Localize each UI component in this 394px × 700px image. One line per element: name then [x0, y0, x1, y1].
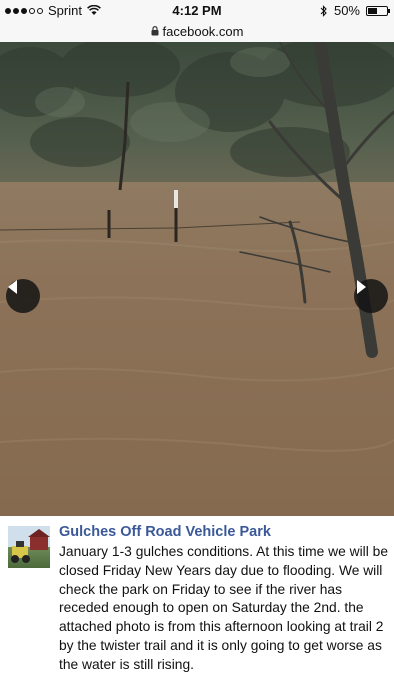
lock-icon [151, 26, 159, 36]
bluetooth-icon [320, 4, 327, 17]
chevron-left-icon [8, 280, 17, 294]
flood-photo-image [0, 42, 394, 516]
page-name-link[interactable]: Gulches Off Road Vehicle Park [59, 524, 271, 540]
battery-percent: 50% [333, 3, 360, 18]
post-caption: Gulches Off Road Vehicle Park January 1-… [0, 516, 394, 700]
page-avatar[interactable] [8, 526, 50, 568]
url-text: facebook.com [162, 23, 244, 39]
previous-photo-button[interactable] [6, 279, 40, 313]
address-bar[interactable]: facebook.com [0, 20, 394, 43]
chevron-right-icon [357, 280, 366, 294]
post-photo[interactable] [0, 42, 394, 516]
status-right: 50% [320, 3, 390, 18]
next-photo-button[interactable] [354, 279, 388, 313]
post-text: January 1-3 gulches conditions. At this … [59, 544, 388, 672]
battery-icon [366, 5, 390, 16]
status-bar: Sprint 4:12 PM 50% [0, 0, 394, 20]
